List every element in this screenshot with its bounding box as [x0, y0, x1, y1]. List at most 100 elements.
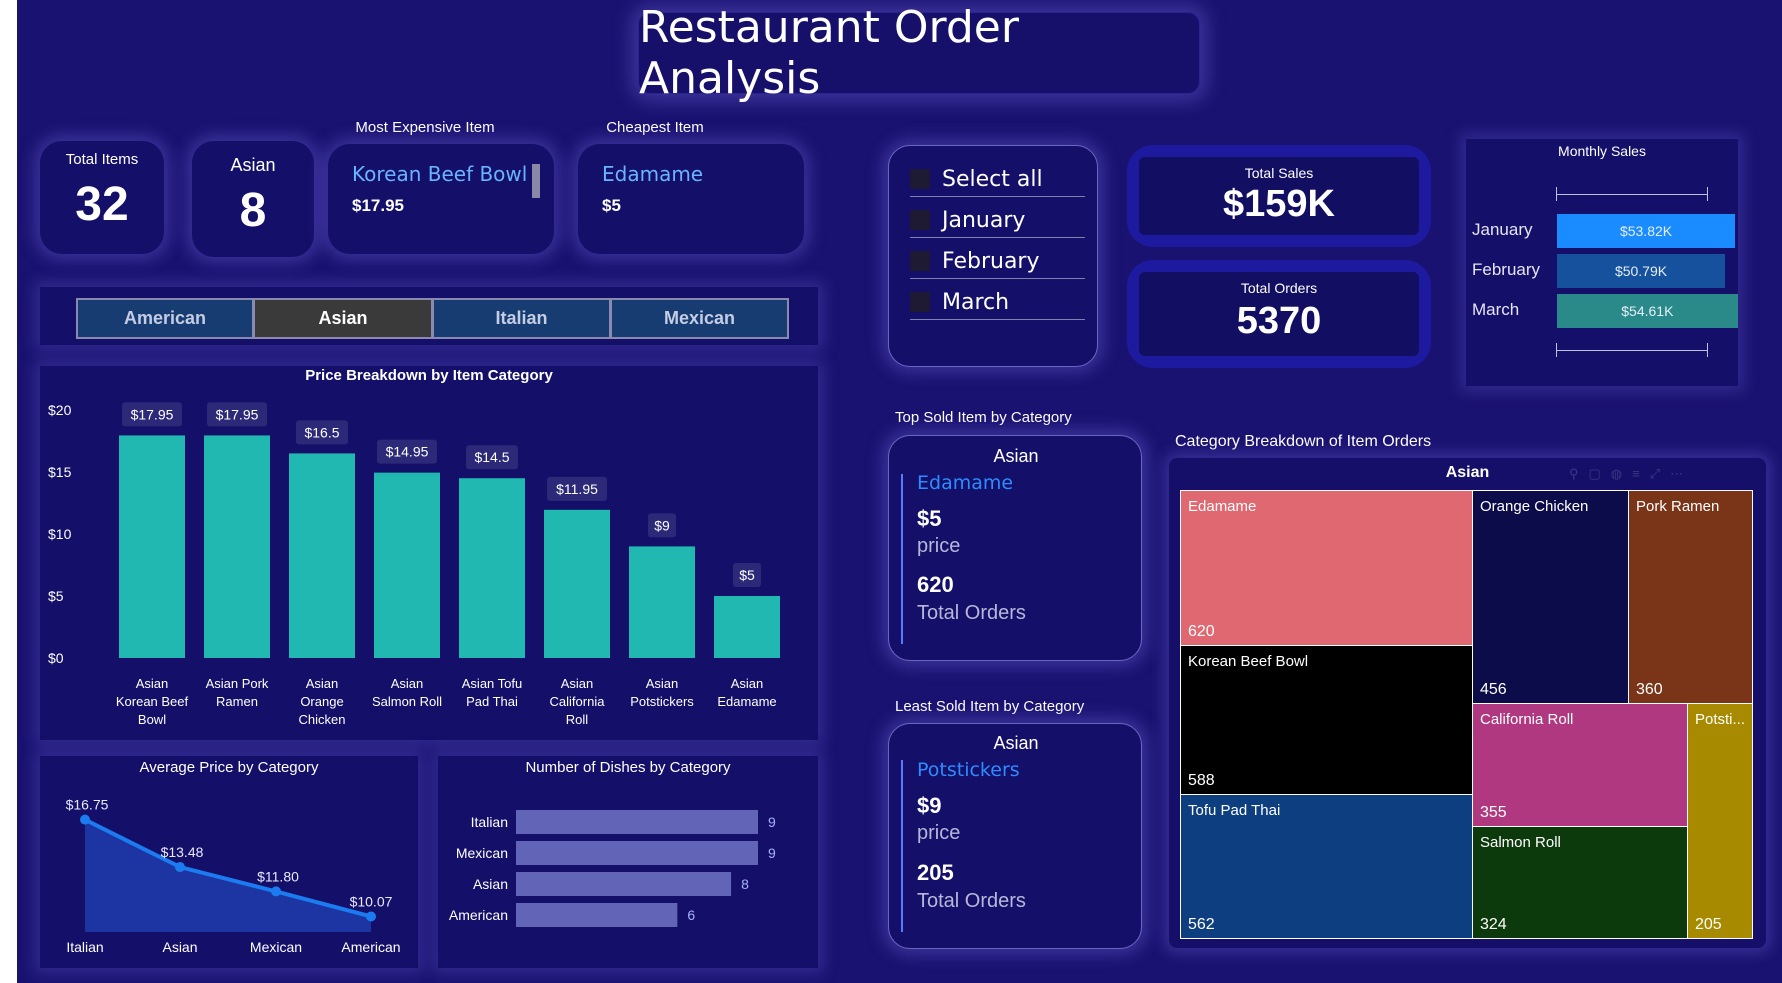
- treemap-cell-tofu-pad-thai[interactable]: Tofu Pad Thai 562: [1180, 794, 1473, 939]
- data-label: $14.5: [474, 449, 509, 465]
- y-tick-label: Asian: [473, 876, 508, 892]
- y-tick-label: Mexican: [456, 845, 508, 861]
- treemap-cell-value: 620: [1188, 623, 1215, 640]
- cheapest-name: Edamame: [602, 162, 704, 186]
- accent-bar: [901, 760, 903, 932]
- x-tick-label: Korean Beef: [116, 694, 189, 709]
- top-sold-price: $5: [917, 506, 942, 531]
- treemap-cell-name: Korean Beef Bowl: [1188, 653, 1309, 670]
- data-label: $16.75: [66, 797, 109, 813]
- month-option-january[interactable]: January: [910, 203, 1085, 238]
- monthly-sales-title: Monthly Sales: [1558, 143, 1646, 159]
- accent-bar: [901, 474, 903, 644]
- month-option-february[interactable]: February: [910, 244, 1085, 279]
- x-tick-label: Asian: [391, 676, 424, 691]
- top-sold-heading: Top Sold Item by Category: [895, 409, 1072, 426]
- y-tick-label: American: [449, 907, 508, 923]
- price-bar: [629, 546, 695, 658]
- slicer-button-asian[interactable]: Asian: [253, 298, 433, 339]
- treemap-cell-edamame[interactable]: Edamame 620: [1180, 490, 1473, 646]
- price-bar: [544, 509, 610, 658]
- dishes-count-chart: Italian 9 Mexican 9 Asian 8 American 6: [449, 810, 776, 927]
- data-point: [80, 814, 90, 825]
- monthly-sales-bar-january[interactable]: $53.82K: [1557, 214, 1736, 248]
- month-option-select-all[interactable]: Select all: [910, 162, 1085, 197]
- y-tick-label: $20: [48, 402, 72, 418]
- x-tick-label: California: [550, 694, 606, 709]
- monthly-sales-label-february: February: [1472, 260, 1541, 279]
- data-label: $17.95: [216, 406, 259, 422]
- axis-line: [1556, 194, 1708, 195]
- least-sold-orders-label: Total Orders: [917, 890, 1026, 912]
- x-tick-label: Pad Thai: [466, 694, 518, 709]
- axis-tick: [1707, 187, 1708, 201]
- price-bar: [119, 435, 185, 658]
- month-option-march[interactable]: March: [910, 285, 1085, 320]
- x-tick-label: Asian Pork: [206, 676, 269, 691]
- month-option-label: February: [942, 248, 1040, 274]
- slicer-button-italian[interactable]: Italian: [432, 298, 611, 339]
- treemap-cell-value: 205: [1695, 916, 1722, 933]
- checkbox[interactable]: [910, 210, 930, 230]
- treemap-cell-value: 588: [1188, 772, 1215, 789]
- scrollbar-thumb[interactable]: [532, 164, 540, 198]
- top-sold-orders-label: Total Orders: [917, 602, 1026, 624]
- price-bar: [204, 435, 270, 658]
- data-label: 9: [768, 814, 776, 830]
- most-expensive-card: Korean Beef Bowl $17.95: [328, 144, 554, 254]
- slicer-button-mexican[interactable]: Mexican: [610, 298, 789, 339]
- data-label: 9: [768, 845, 776, 861]
- x-tick-label: Asian: [306, 676, 339, 691]
- treemap-cell-potstickers[interactable]: Potsti... 205: [1687, 703, 1753, 939]
- x-tick-label: Chicken: [299, 712, 346, 727]
- total-items-card: Total Items 32: [40, 141, 164, 254]
- checkbox[interactable]: [910, 251, 930, 271]
- x-tick-label: Edamame: [717, 694, 776, 709]
- treemap-cell-orange-chicken[interactable]: Orange Chicken 456: [1472, 490, 1629, 704]
- cheapest-heading: Cheapest Item: [606, 119, 704, 136]
- dashboard-title-text: Restaurant Order Analysis: [639, 2, 1019, 104]
- treemap-heading: Category Breakdown of Item Orders: [1175, 433, 1432, 450]
- least-sold-orders: 205: [917, 860, 954, 885]
- data-point: [271, 886, 281, 897]
- treemap-cell-korean-beef-bowl[interactable]: Korean Beef Bowl 588: [1180, 645, 1473, 795]
- treemap-cell-name: Pork Ramen: [1636, 498, 1720, 515]
- dishes-count-panel: Number of Dishes by Category Italian 9 Mex…: [438, 756, 818, 968]
- checkbox[interactable]: [910, 169, 930, 189]
- price-breakdown-chart: $0 $5 $10 $15 $20 $17.95 Asian Korean Beef Bowl $…: [48, 402, 780, 727]
- total-items-value: 32: [75, 178, 129, 231]
- slicer-button-american[interactable]: American: [76, 298, 254, 339]
- avg-price-panel: Average Price by Category $16.75 Italian $…: [40, 756, 418, 968]
- total-sales-value: $159K: [1223, 183, 1335, 225]
- checkbox[interactable]: [910, 292, 930, 312]
- monthly-sales-label-march: March: [1472, 300, 1520, 319]
- monthly-sales-bar-march[interactable]: $54.61K: [1557, 294, 1738, 328]
- treemap-cell-california-roll[interactable]: California Roll 355: [1472, 703, 1688, 827]
- month-option-label: March: [942, 289, 1010, 315]
- least-sold-price: $9: [917, 793, 942, 818]
- least-sold-item: Potstickers: [917, 759, 1020, 781]
- price-bar: [289, 453, 355, 658]
- category-count-value: 8: [239, 184, 267, 237]
- most-expensive-name: Korean Beef Bowl: [352, 162, 528, 186]
- top-sold-card: Asian Edamame $5 price 620 Total Orders: [888, 435, 1142, 661]
- top-sold-item: Edamame: [917, 472, 1014, 494]
- dishes-bar: [516, 841, 758, 865]
- least-sold-category: Asian: [993, 733, 1039, 753]
- monthly-sales-label-january: January: [1472, 220, 1533, 239]
- treemap-cell-name: Potsti...: [1695, 711, 1746, 728]
- treemap-cell-pork-ramen[interactable]: Pork Ramen 360: [1628, 490, 1753, 704]
- visual-header-icons[interactable]: ⚲▢◍≡⤢⋯: [1569, 466, 1693, 482]
- treemap-cell-value: 324: [1480, 916, 1507, 933]
- axis-tick: [1707, 343, 1708, 357]
- axis-tick: [1556, 187, 1557, 201]
- price-bar: [714, 596, 780, 658]
- data-label: $11.80: [257, 868, 299, 884]
- bar-value-label: $54.61K: [1621, 303, 1674, 319]
- month-option-label: Select all: [942, 166, 1043, 192]
- treemap-cell-salmon-roll[interactable]: Salmon Roll 324: [1472, 826, 1688, 939]
- y-tick-label: $10: [48, 526, 72, 542]
- treemap-cell-value: 355: [1480, 804, 1507, 821]
- monthly-sales-bar-february[interactable]: $50.79K: [1557, 254, 1726, 288]
- x-tick-label: American: [341, 939, 400, 955]
